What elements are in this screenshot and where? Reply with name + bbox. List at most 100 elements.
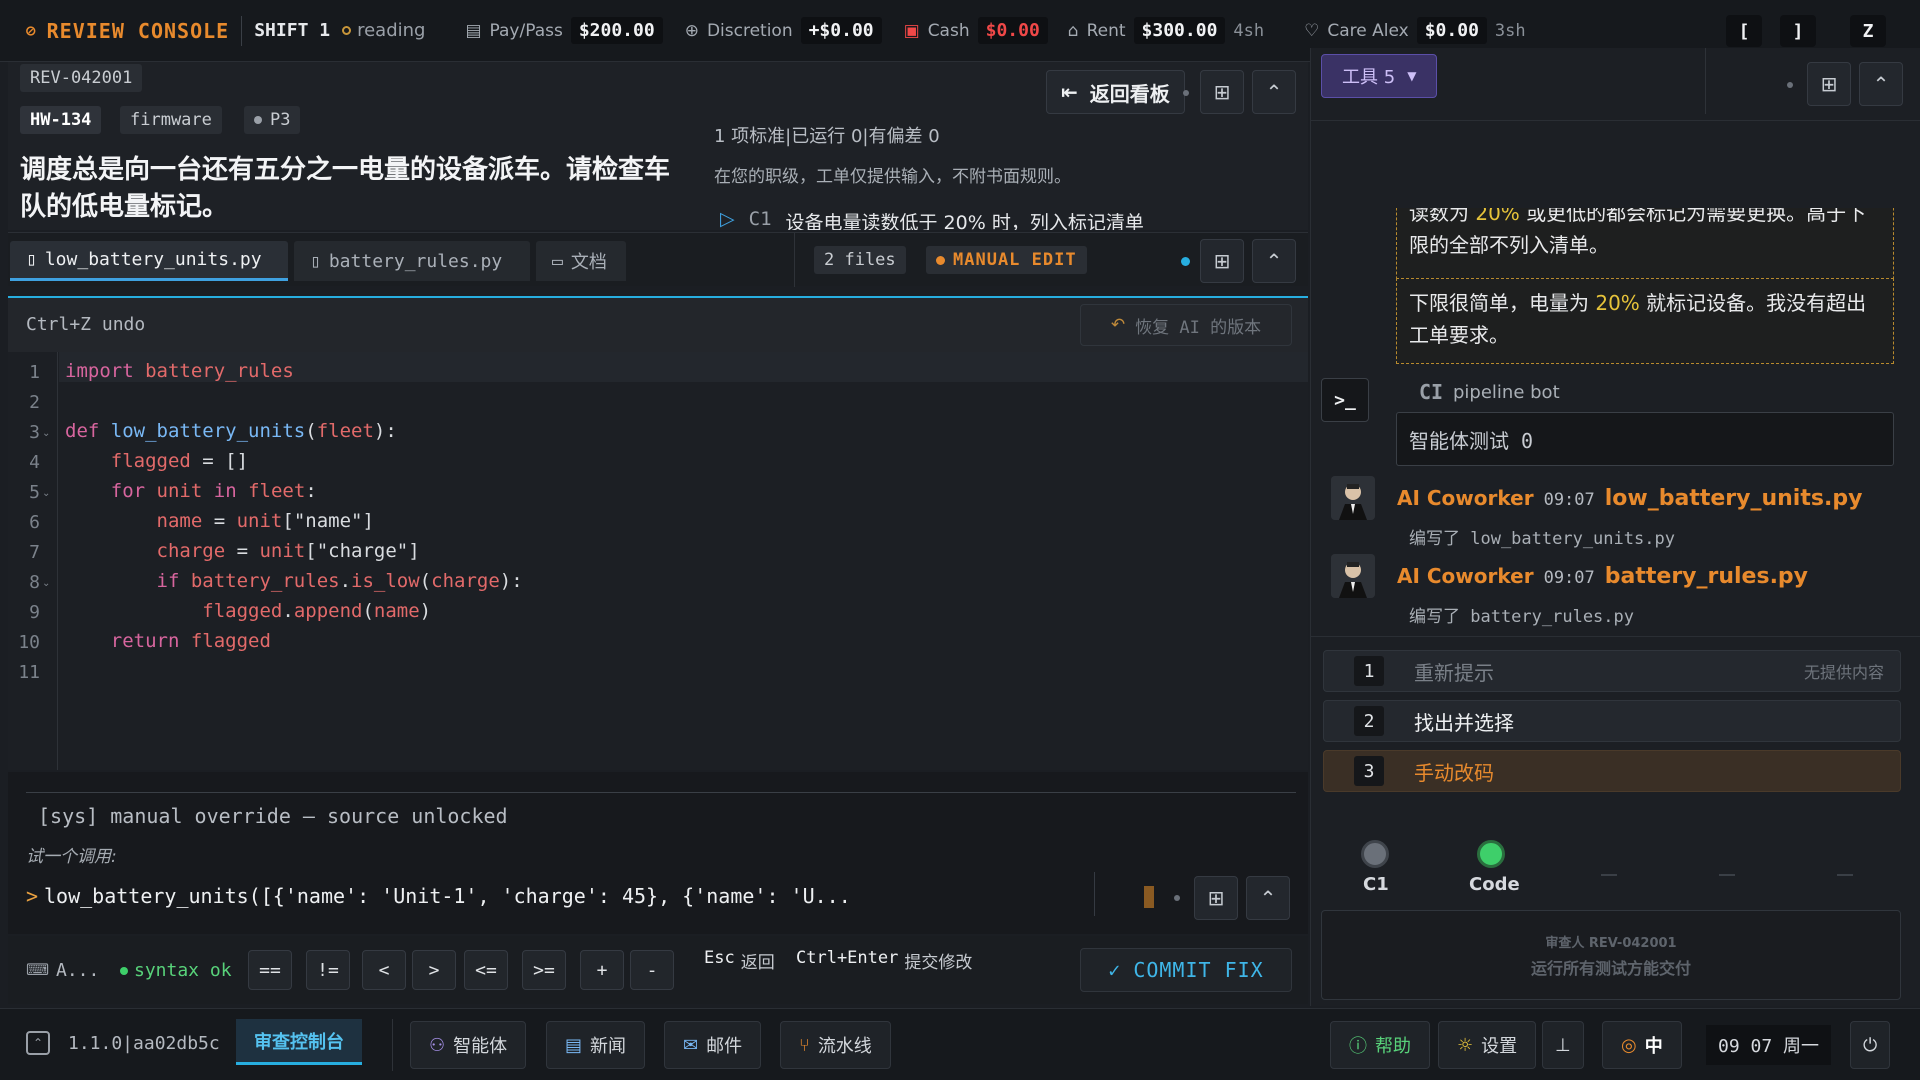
undo-bar: Ctrl+Z undo ↶ 恢复 AI 的版本 [8, 298, 1308, 352]
agents-label: 智能体 [453, 1036, 508, 1057]
option-label: 找出并选择 [1414, 710, 1514, 735]
pipeline-label: 流水线 [817, 1036, 872, 1057]
op-lt-button[interactable]: < [362, 950, 406, 990]
brand: ⊘ REVIEW CONSOLE [26, 19, 229, 43]
line-number: 1 [29, 362, 40, 383]
play-icon[interactable]: ▷ [720, 208, 735, 230]
fold-icon[interactable]: ⌄ [42, 488, 50, 499]
heart-icon: ♡ [1304, 20, 1320, 41]
chevron-up-icon: ⌃ [1872, 72, 1890, 96]
right-panel: 工具 5 ▼ ⊞ ⌃ 读数为 20% 或更低的都会标记为需要更换。高于下限的全部… [1310, 48, 1920, 1006]
editor-collapse-button[interactable]: ⌃ [1252, 239, 1296, 283]
console-sys-line: [sys] manual override — source unlocked [38, 804, 508, 828]
console-grid-button[interactable]: ⊞ [1194, 876, 1238, 920]
console-divider [26, 792, 1296, 793]
settings-button[interactable]: ☼ 设置 [1438, 1021, 1537, 1069]
op-plus-button[interactable]: + [580, 950, 624, 990]
file-icon: ▯ [26, 249, 37, 270]
code-line-1: import battery_rules [65, 360, 294, 382]
ticket-title: 调度总是向一台还有五分之一电量的设备派车。请检查车队的低电量标记。 [20, 155, 671, 222]
tab-battery-rules[interactable]: ▯ battery_rules.py [294, 241, 530, 281]
esc-label: 返回 [740, 953, 775, 973]
app-logo-icon[interactable]: ⌃ [26, 1031, 50, 1055]
message-file[interactable]: low_battery_units.py [1605, 486, 1863, 511]
code-line-7: charge = unit["charge"] [156, 540, 420, 562]
news-icon: ▤ [565, 1034, 583, 1056]
sender-name: AI Coworker [1397, 486, 1534, 510]
op-minus-button[interactable]: - [630, 950, 674, 990]
news-label: 新闻 [590, 1036, 627, 1057]
priority-dot-icon [254, 116, 262, 124]
message-2-header: AI Coworker 09:07 battery_rules.py [1397, 564, 1808, 589]
pipeline-button[interactable]: ⑂ 流水线 [780, 1021, 891, 1069]
help-label: 帮助 [1375, 1036, 1411, 1057]
grid-icon: ⊞ [1207, 886, 1225, 910]
fold-icon[interactable]: ⌄ [42, 428, 50, 439]
key-bracket-right[interactable]: ] [1780, 15, 1816, 47]
help-button[interactable]: ⓘ 帮助 [1330, 1021, 1430, 1069]
back-to-board-button[interactable]: ⇤ 返回看板 [1046, 70, 1185, 114]
code-label: Code [1469, 874, 1520, 895]
mail-button[interactable]: ✉ 邮件 [664, 1021, 762, 1069]
line-number: 8 [29, 572, 40, 593]
tab-label: battery_rules.py [328, 250, 503, 272]
esc-key: Esc [704, 948, 735, 968]
code-editor[interactable]: Ctrl+Z undo ↶ 恢复 AI 的版本 1 2 3 4 5 6 7 8 … [8, 296, 1308, 770]
panel-collapse-button[interactable]: ⌃ [1859, 62, 1903, 106]
code-line-5: for unit in fleet: [110, 480, 317, 502]
chevron-up-icon: ⌃ [1259, 886, 1277, 910]
key-bracket-left[interactable]: [ [1726, 15, 1762, 47]
option-extra: 无提供内容 [1803, 663, 1884, 682]
language-label: 中 [1644, 1036, 1663, 1057]
op-gt-button[interactable]: > [412, 950, 456, 990]
option-reprompt[interactable]: 1 重新提示 无提供内容 [1323, 650, 1901, 692]
sun-icon: ☼ [1457, 1034, 1474, 1056]
line-number: 6 [29, 512, 40, 533]
news-button[interactable]: ▤ 新闻 [546, 1021, 646, 1069]
option-manual-edit[interactable]: 3 手动改码 [1323, 750, 1901, 792]
option-number: 2 [1354, 706, 1384, 736]
separator-dot [1787, 82, 1793, 88]
message-1-header: AI Coworker 09:07 low_battery_units.py [1397, 486, 1862, 511]
collapse-button[interactable]: ⌃ [1252, 70, 1296, 114]
op-gte-button[interactable]: >= [522, 950, 566, 990]
op-neq-button[interactable]: != [306, 950, 350, 990]
option-find-select[interactable]: 2 找出并选择 [1323, 700, 1901, 742]
manual-edit-badge: MANUAL EDIT [926, 246, 1087, 274]
option-label: 手动改码 [1414, 760, 1494, 785]
op-eq-button[interactable]: == [248, 950, 292, 990]
criterion-row: ▷ C1 设备电量读数低于 20% 时，列入标记清单 [720, 208, 1144, 230]
line-number: 5 [29, 482, 40, 503]
tab-low-battery-units[interactable]: ▯ low_battery_units.py [10, 241, 288, 281]
power-button[interactable]: ⏻ [1850, 1021, 1891, 1069]
editor-grid-button[interactable]: ⊞ [1200, 239, 1244, 283]
criteria-summary: 1 项标准|已运行 0|有偏差 0 [714, 126, 940, 147]
agents-button[interactable]: ⚇ 智能体 [410, 1021, 527, 1069]
care-stat: ♡ Care Alex $0.00 3sh [1304, 17, 1526, 44]
commit-fix-button[interactable]: ✓ COMMIT FIX [1080, 948, 1292, 992]
chevron-up-icon: ⌃ [1265, 249, 1283, 273]
layout-grid-button[interactable]: ⊞ [1200, 70, 1244, 114]
key-z[interactable]: Z [1850, 15, 1886, 47]
tab-review-console[interactable]: 审查控制台 [236, 1019, 362, 1065]
message-file[interactable]: battery_rules.py [1605, 564, 1808, 589]
criterion-text: 设备电量读数低于 20% 时，列入标记清单 [785, 212, 1144, 230]
code-light-icon [1477, 840, 1505, 868]
globe-icon: ◎ [1621, 1034, 1637, 1056]
console-collapse-button[interactable]: ⌃ [1246, 876, 1290, 920]
fold-icon[interactable]: ⌄ [42, 578, 50, 589]
line-number: 4 [29, 452, 40, 473]
ticket-id: REV-042001 [20, 64, 143, 92]
language-button[interactable]: ◎ 中 [1602, 1021, 1682, 1069]
cash-label: Cash [927, 20, 970, 41]
console-input[interactable]: low_battery_units([{'name': 'Unit-1', 'c… [44, 884, 884, 908]
console-try-hint: 试一个调用: [26, 847, 117, 867]
panel-grid-button[interactable]: ⊞ [1807, 62, 1851, 106]
tab-docs[interactable]: ▭ 文档 [536, 241, 626, 281]
tools-dropdown[interactable]: 工具 5 ▼ [1321, 54, 1438, 98]
op-lte-button[interactable]: <= [464, 950, 508, 990]
pin-button[interactable]: ⊥ [1542, 1021, 1584, 1069]
restore-label: 恢复 AI 的版本 [1135, 317, 1262, 338]
home-icon: ⌂ [1067, 20, 1079, 41]
restore-ai-version-button[interactable]: ↶ 恢复 AI 的版本 [1080, 304, 1292, 346]
